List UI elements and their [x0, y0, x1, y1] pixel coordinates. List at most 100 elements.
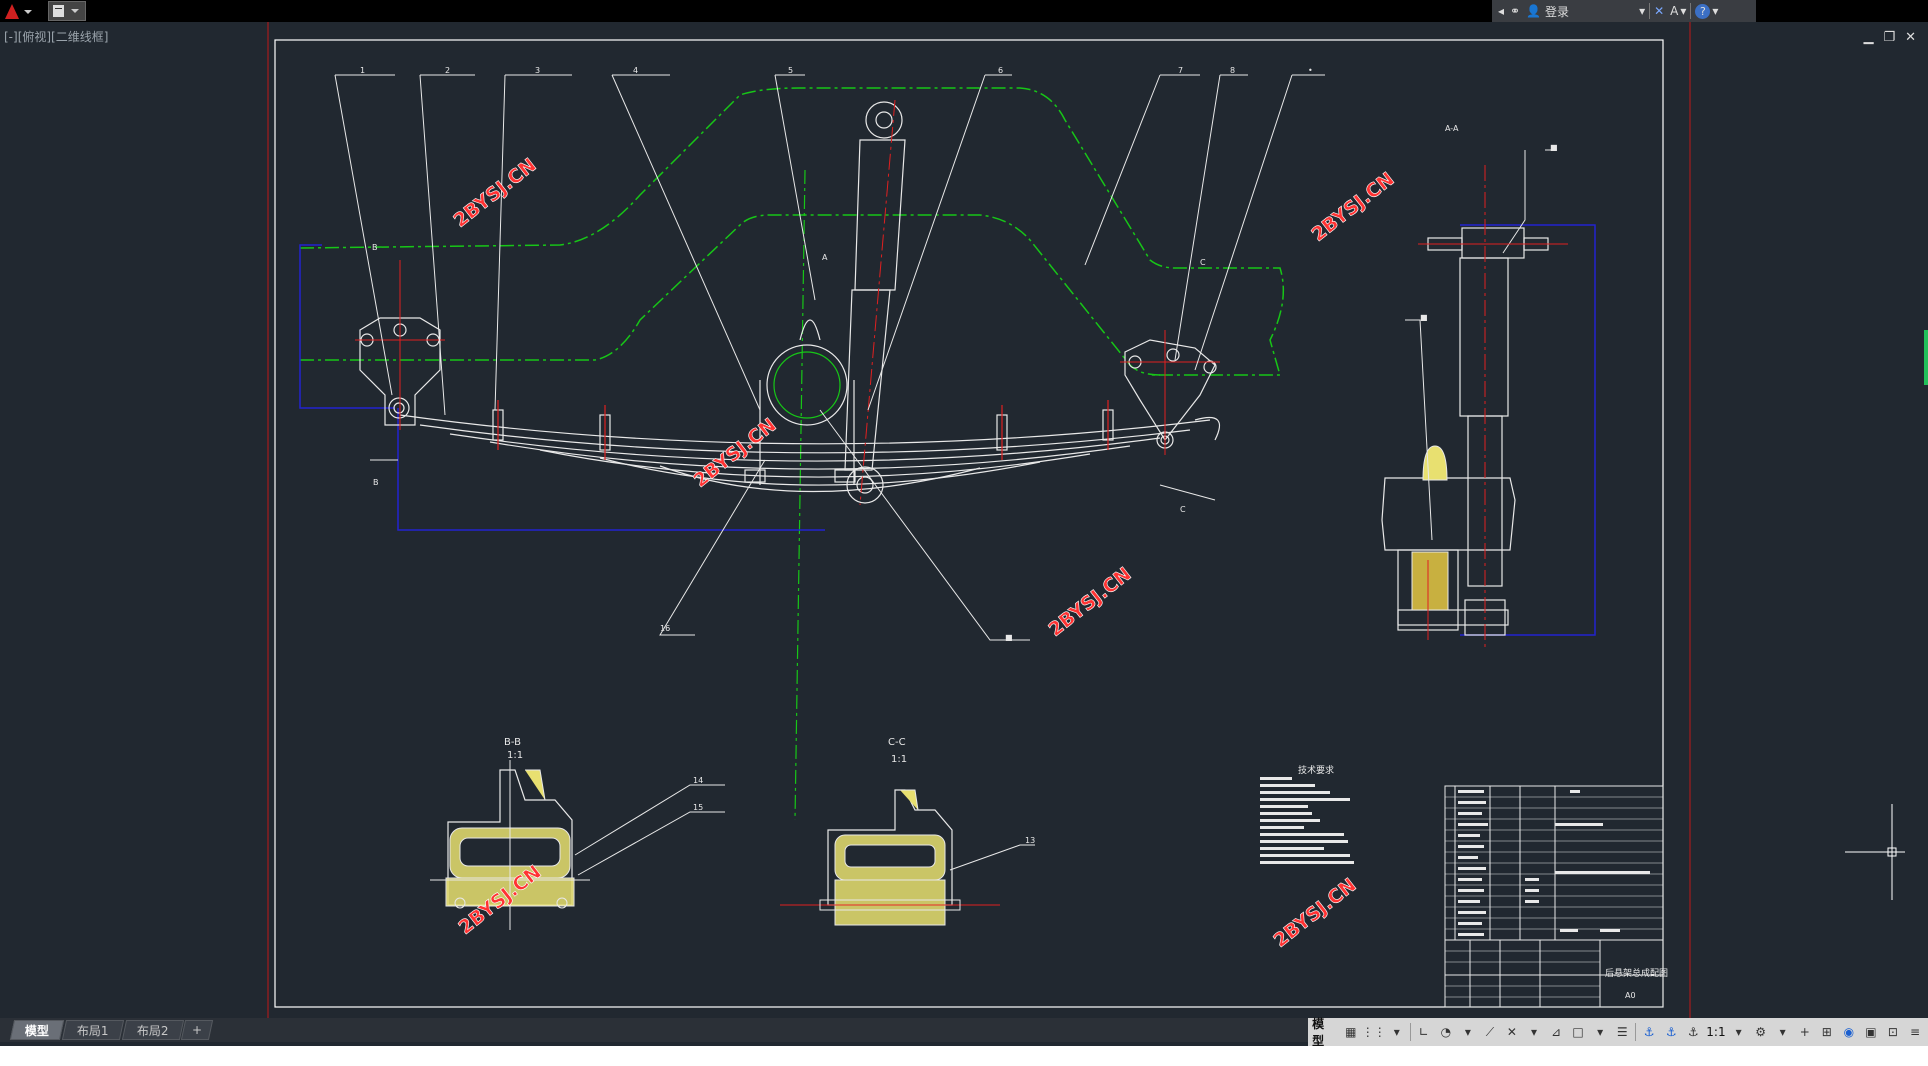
svg-text:A: A [822, 253, 828, 262]
add-layout-button[interactable]: + [181, 1020, 214, 1040]
model-space-button[interactable]: 模型 [1308, 1015, 1338, 1049]
svg-text:13: 13 [1025, 836, 1035, 845]
dynamic-ucs-icon[interactable]: □ [1569, 1022, 1587, 1042]
units-icon[interactable]: ⊞ [1818, 1022, 1836, 1042]
auto-scale-icon[interactable]: ⚓ [1662, 1022, 1680, 1042]
svg-text:B: B [373, 478, 379, 487]
restore-icon[interactable]: ❐ [1883, 30, 1895, 45]
chevron-left-icon[interactable]: ◂ [1498, 4, 1504, 18]
svg-text:4: 4 [633, 66, 638, 75]
annotation-visibility-icon[interactable]: ⚓ [1640, 1022, 1658, 1042]
autodesk-a360-icon[interactable]: A [1670, 4, 1678, 18]
section-bb-view: B-B 1:1 14 15 [430, 737, 725, 930]
ortho-icon[interactable]: ∟ [1415, 1022, 1433, 1042]
section-b-line [299, 244, 395, 409]
svg-text:15: 15 [693, 803, 703, 812]
watermarks: 2BYSJ.CN 2BYSJ.CN 2BYSJ.CN 2BYSJ.CN 2BYS… [449, 154, 1399, 952]
isodraft-icon[interactable]: ⟋ [1481, 1022, 1499, 1042]
svg-text:5: 5 [788, 66, 793, 75]
chevron-down-icon[interactable]: ▾ [1680, 4, 1686, 18]
annotation-scale-icon[interactable]: ⚓ [1684, 1022, 1702, 1042]
chevron-down-icon [71, 9, 79, 13]
svg-text:C: C [1180, 505, 1186, 514]
plus-icon[interactable]: + [1796, 1022, 1814, 1042]
chevron-down-icon[interactable]: ▾ [1774, 1022, 1792, 1042]
svg-text:技术要求: 技术要求 [1298, 764, 1334, 776]
chevron-down-icon[interactable]: ▾ [1730, 1022, 1748, 1042]
svg-text:8: 8 [1230, 66, 1235, 75]
quick-access-toolbar[interactable] [48, 1, 86, 21]
shock-centerline [859, 99, 896, 506]
svg-text:C: C [1200, 258, 1206, 267]
section-aa-view: A-A ■ ■ [1381, 124, 1568, 650]
svg-text:2BYSJ.CN: 2BYSJ.CN [450, 154, 541, 232]
leaf-spring [399, 414, 1211, 493]
axle-centerline [794, 169, 806, 821]
command-line[interactable] [0, 1046, 1928, 1066]
gear-icon[interactable]: ⚙ [1752, 1022, 1770, 1042]
chevron-down-icon[interactable]: ▾ [1388, 1022, 1406, 1042]
title-block-rows [1445, 796, 1663, 998]
svg-text:16: 16 [660, 624, 670, 633]
title-block-name: 后悬架总成配图 [1605, 967, 1668, 979]
polar-tracking-icon[interactable]: ◔ [1437, 1022, 1455, 1042]
body-outline-upper [299, 87, 1285, 376]
application-menu-button[interactable] [2, 1, 36, 21]
svg-text:1:1: 1:1 [891, 754, 907, 765]
isolate-objects-icon[interactable]: ▣ [1862, 1022, 1880, 1042]
svg-text:6: 6 [998, 66, 1003, 75]
svg-text:1:1: 1:1 [507, 750, 523, 761]
body-outline-lower [300, 214, 1161, 376]
leader-lines [334, 74, 1325, 641]
svg-text:2BYSJ.CN: 2BYSJ.CN [1270, 874, 1361, 952]
chevron-down-icon[interactable]: ▾ [1639, 4, 1645, 18]
svg-text:B: B [372, 243, 378, 252]
login-label[interactable]: 登录 [1545, 3, 1569, 20]
chevron-down-icon[interactable]: ▾ [1712, 4, 1718, 18]
snap-icon[interactable]: ⋮⋮ [1362, 1022, 1386, 1042]
svg-text:C-C: C-C [888, 737, 906, 748]
technical-requirements: 技术要求 [1260, 764, 1354, 864]
svg-text:B-B: B-B [504, 737, 521, 748]
document-icon [53, 5, 64, 17]
menu-icon[interactable]: ≡ [1906, 1022, 1924, 1042]
chevron-down-icon[interactable]: ▾ [1459, 1022, 1477, 1042]
svg-text:1: 1 [360, 66, 365, 75]
minimize-icon[interactable]: ▁ [1863, 30, 1873, 45]
nav-scrollbar[interactable] [1924, 330, 1928, 385]
svg-text:14: 14 [693, 776, 703, 785]
title-block-code: A0 [1625, 991, 1636, 1000]
svg-text:•: • [1308, 66, 1313, 75]
hardware-acceleration-icon[interactable]: ◉ [1840, 1022, 1858, 1042]
grid-icon[interactable]: ▦ [1342, 1022, 1360, 1042]
chevron-down-icon[interactable]: ▾ [1591, 1022, 1609, 1042]
svg-text:■: ■ [1420, 313, 1428, 322]
osnap-tracking-icon[interactable]: ✕ [1503, 1022, 1521, 1042]
clean-screen-icon[interactable]: ⊡ [1884, 1022, 1902, 1042]
binoculars-icon[interactable]: ⚭ [1510, 4, 1520, 18]
help-icon[interactable]: ? [1695, 3, 1711, 19]
svg-text:■: ■ [1550, 143, 1558, 152]
drawing-sheet[interactable]: 1 2 3 4 5 6 7 8 • B B C C A 16 ■ A-A ■ ■… [0, 0, 1928, 1066]
svg-text:■: ■ [1005, 633, 1013, 642]
svg-text:2BYSJ.CN: 2BYSJ.CN [1045, 563, 1136, 641]
annotation-scale-label[interactable]: 1:1 [1706, 1025, 1725, 1039]
object-snap-icon[interactable]: ⊿ [1547, 1022, 1565, 1042]
close-icon[interactable]: ✕ [1905, 30, 1916, 45]
lineweight-icon[interactable]: ☰ [1613, 1022, 1631, 1042]
title-bar: ◂ ⚭ 👤 登录 ▾ ✕ A ▾ ? ▾ [0, 0, 1928, 22]
viewport-controls-label[interactable]: [-][俯视][二维线框] [4, 28, 108, 45]
exchange-icon[interactable]: ✕ [1654, 4, 1664, 18]
chevron-down-icon[interactable]: ▾ [1525, 1022, 1543, 1042]
user-icon: 👤 [1526, 4, 1542, 18]
tab-layout1[interactable]: 布局1 [61, 1020, 124, 1040]
tab-layout2[interactable]: 布局2 [121, 1020, 184, 1040]
svg-text:2: 2 [445, 66, 450, 75]
svg-text:2BYSJ.CN: 2BYSJ.CN [1308, 168, 1399, 246]
tab-model[interactable]: 模型 [9, 1020, 65, 1040]
svg-text:3: 3 [535, 66, 540, 75]
svg-text:A-A: A-A [1445, 124, 1459, 133]
info-center: ◂ ⚭ 👤 登录 ▾ ✕ A ▾ ? ▾ [1492, 0, 1756, 22]
drawing-window-controls: ▁ ❐ ✕ [1863, 30, 1916, 45]
crosshair-cursor [1845, 804, 1905, 900]
